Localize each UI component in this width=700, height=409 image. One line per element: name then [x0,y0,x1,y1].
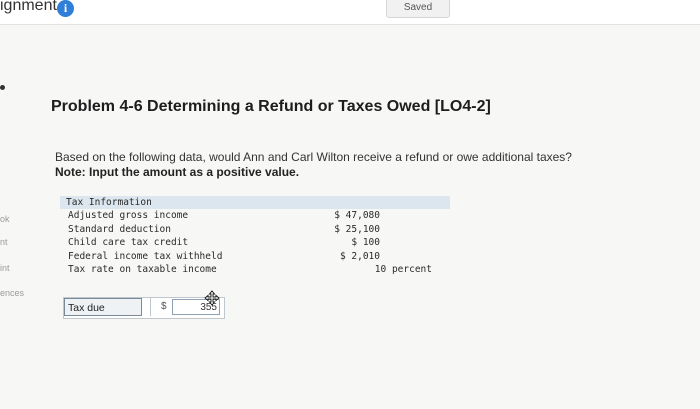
rail-item[interactable]: int [0,263,10,273]
row-label: Tax rate on taxable income [68,264,217,275]
problem-title: Problem 4-6 Determining a Refund or Taxe… [51,98,491,115]
saved-status: Saved [386,0,450,18]
question-body: Based on the following data, would Ann a… [55,150,572,164]
top-bar: ignment i Saved [0,0,700,25]
assignment-title: ignment [0,0,57,14]
row-label: Standard deduction [68,223,171,235]
rail-marker-dot [0,85,5,90]
table-header: Tax Information [60,196,450,209]
table-row: Adjusted gross income $ 47,080 [60,209,450,223]
row-value: 10 percent [374,264,432,275]
row-value: $ 25,100 [334,223,380,235]
table-row: Standard deduction $ 25,100 [60,223,450,237]
row-label: Federal income tax withheld [68,250,223,262]
row-value: $ 2,010 [339,250,380,262]
row-value: $ 47,080 [334,210,380,221]
answer-row: Tax due $ [63,290,225,319]
tax-information-table: Tax Information Adjusted gross income $ … [60,196,450,277]
tax-due-label: Tax due [64,298,142,316]
rail-item[interactable]: nt [0,237,8,247]
question-note: Note: Input the amount as a positive val… [55,165,300,179]
table-row: Child care tax credit $ 100 [60,236,450,250]
row-label: Adjusted gross income [68,210,189,221]
info-icon[interactable]: i [57,0,74,17]
question-text: Based on the following data, would Ann a… [55,150,675,180]
row-label: Child care tax credit [68,237,189,248]
row-value: $ 100 [351,237,380,248]
move-cursor-icon [204,290,220,306]
table-row: Tax rate on taxable income 10 percent [60,263,450,277]
rail-item[interactable]: ok [0,214,10,224]
table-row: Federal income tax withheld $ 2,010 [60,250,450,264]
rail-item[interactable]: ences [0,288,24,298]
